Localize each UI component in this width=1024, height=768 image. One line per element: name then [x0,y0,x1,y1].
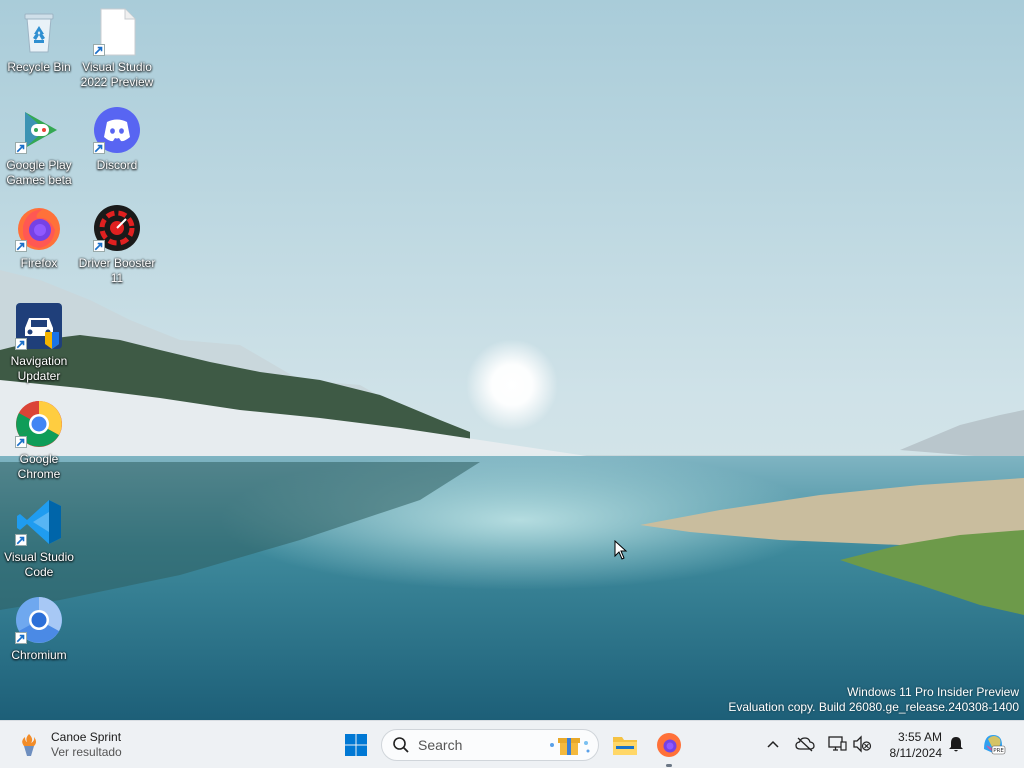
volume-muted-icon [853,735,872,753]
taskbar: Canoe Sprint Ver resultado Search 3:55 A… [0,720,1024,768]
taskbar-firefox[interactable] [651,727,687,763]
mouse-pointer-icon [614,540,628,560]
volume-tray-button[interactable] [851,733,873,755]
desktop-icon-label: Discord [96,158,138,172]
recycle-bin-icon [15,8,63,56]
desktop-icon-chromium[interactable]: Chromium [0,596,78,663]
taskbar-file-explorer[interactable] [607,727,643,763]
discord-icon [93,106,141,154]
network-icon [828,736,847,751]
desktop-icon-driver-booster[interactable]: Driver Booster 11 [78,204,156,286]
firefox-icon [15,204,63,252]
desktop-icon-label: Firefox [20,256,58,270]
search-placeholder: Search [418,737,463,753]
copilot-icon: PRE [984,735,1006,755]
desktop-icon-google-chrome[interactable]: Google Chrome [0,400,78,482]
desktop-icon-label: Google Play Games beta [6,158,72,187]
desktop-icon-label: Chromium [11,648,67,662]
desktop-icon-discord[interactable]: Discord [78,106,156,173]
firefox-icon [657,733,681,757]
start-button[interactable] [338,727,374,763]
shortcut-arrow-icon [93,240,105,252]
driver-booster-icon [93,204,141,252]
chevron-up-icon [767,740,779,748]
onedrive-tray-button[interactable] [794,733,816,755]
cloud-offline-icon [795,737,815,752]
desktop-icon-label: Navigation Updater [10,354,68,383]
desktop-icon-recycle-bin[interactable]: Recycle Bin [0,8,78,75]
copilot-button[interactable]: PRE [980,731,1006,757]
desktop-icon-label: Visual Studio 2022 Preview [80,60,154,89]
shortcut-arrow-icon [15,534,27,546]
desktop-icon-visual-studio-2022-preview[interactable]: Visual Studio 2022 Preview [78,8,156,90]
clock-time: 3:55 AM [897,730,942,744]
shortcut-arrow-icon [15,436,27,448]
svg-text:PRE: PRE [993,748,1004,754]
clock-date: 8/11/2024 [889,746,943,760]
evaluation-watermark: Windows 11 Pro Insider Preview Evaluatio… [728,685,1019,715]
desktop-icon-firefox[interactable]: Firefox [0,204,78,271]
desktop-icon-visual-studio-code[interactable]: Visual Studio Code [0,498,78,580]
search-highlight-icon [550,738,590,755]
file-icon [93,8,141,56]
desktop-icon-navigation-updater[interactable]: Navigation Updater [0,302,78,384]
folder-icon [613,737,637,755]
vscode-icon [15,498,63,546]
watermark-build: Evaluation copy. Build 26080.ge_release.… [728,700,1019,714]
chrome-icon [15,400,63,448]
widget-title: Canoe Sprint [51,730,122,744]
shortcut-arrow-icon [15,338,27,350]
desktop-icon-google-play-games[interactable]: Google Play Games beta [0,106,78,188]
taskbar-search-box[interactable]: Search [381,729,599,761]
desktop-icon-label: Visual Studio Code [4,550,74,579]
taskbar-clock[interactable]: 3:55 AM 8/11/2024 [878,729,943,761]
show-hidden-icons-button[interactable] [762,733,784,755]
shortcut-arrow-icon [15,632,27,644]
shortcut-arrow-icon [15,240,27,252]
chromium-icon [15,596,63,644]
shortcut-arrow-icon [93,44,105,56]
bell-icon [949,737,963,752]
desktop-icon-label: Google Chrome [17,452,61,481]
torch-icon [22,734,36,756]
desktop-icon-label: Driver Booster 11 [78,256,156,285]
windows-logo-icon [345,734,367,756]
watermark-edition: Windows 11 Pro Insider Preview [847,685,1019,699]
network-tray-button[interactable] [826,733,848,755]
desktop-icon-label: Recycle Bin [7,60,71,74]
shortcut-arrow-icon [93,142,105,154]
shortcut-arrow-icon [15,142,27,154]
google-play-games-icon [15,106,63,154]
notifications-button[interactable] [945,733,967,755]
search-icon [393,737,409,753]
widgets-button[interactable]: Canoe Sprint Ver resultado [16,727,122,763]
widget-subtitle: Ver resultado [51,745,122,759]
running-indicator [666,764,672,767]
navigation-updater-icon [15,302,63,350]
